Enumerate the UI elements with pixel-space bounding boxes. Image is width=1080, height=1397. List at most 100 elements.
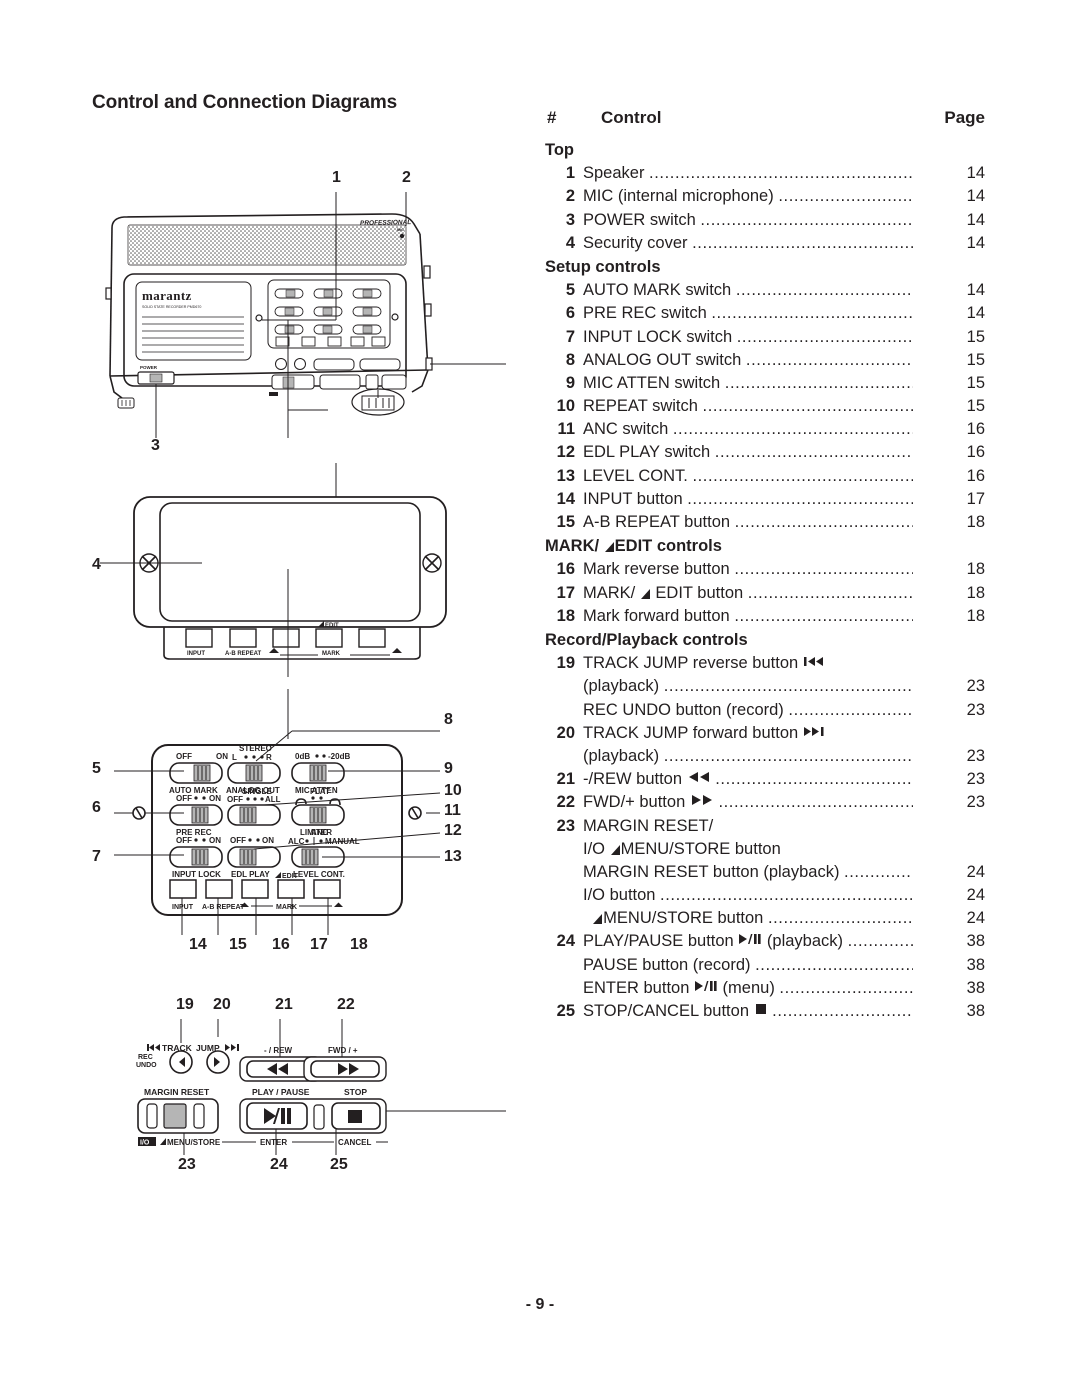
callout-21: 21	[275, 996, 293, 1013]
page-reference: 16	[966, 466, 985, 485]
callout-22: 22	[337, 996, 355, 1013]
control-label: LEVEL CONT. ............................…	[583, 465, 913, 488]
page-number: - 9 -	[525, 1296, 555, 1313]
control-label: MARK/ EDIT button ......................…	[583, 582, 913, 605]
edl-play-on-label: ON	[262, 836, 274, 845]
control-label: Security cover .........................…	[583, 232, 913, 255]
group-heading: MARK/ EDIT controls	[545, 537, 722, 556]
page-reference: 15	[966, 350, 985, 369]
page-reference: 38	[966, 1002, 985, 1020]
control-number: 10	[556, 397, 575, 416]
analog-out-l-label: L	[232, 753, 237, 762]
page-reference: 23	[966, 677, 985, 696]
callout-18: 18	[350, 936, 368, 953]
control-label: A-B REPEAT button ......................…	[583, 511, 913, 534]
leader-dots: ........................................…	[663, 746, 913, 765]
control-label: PLAY/PAUSE button (playback) ...........…	[583, 930, 913, 953]
control-row: 24 PLAY/PAUSE button (playback) .........…	[545, 930, 985, 953]
control-row: I/O MENU/STORE button	[545, 838, 985, 861]
top-view-svg: PROFESSIONAL MIC marantz SOLID STATE REC…	[105, 192, 506, 438]
auto-mark-on-label: ON	[216, 752, 228, 761]
leader-dots: ........................................…	[847, 932, 913, 951]
control-row: (playback) .............................…	[545, 675, 985, 698]
control-label: PRE REC switch .........................…	[583, 302, 913, 325]
leader-dots: ........................................…	[663, 677, 913, 696]
page-reference: 14	[966, 281, 985, 300]
security-cover-diagram: INPUT A-B REPEAT MARK EDIT 4	[92, 463, 512, 677]
control-number: 20	[556, 723, 575, 742]
pre-rec-off-label: OFF	[176, 794, 192, 803]
control-index-list: Top 1 Speaker ............................…	[545, 139, 985, 1023]
page-reference: 24	[966, 862, 985, 881]
leader-dots: ........................................…	[702, 397, 913, 416]
control-label: ANALOG OUT switch ......................…	[583, 349, 913, 372]
control-number: 22	[556, 793, 575, 812]
page-reference: 16	[966, 443, 985, 462]
input-lock-off-label: OFF	[176, 836, 192, 845]
play-pause-icon	[694, 980, 717, 992]
play-pause-icon	[739, 933, 761, 945]
control-label: MIC (internal microphone) ..............…	[583, 185, 913, 208]
control-row: 19 TRACK JUMP reverse button	[545, 652, 985, 675]
limiter-label: LIMITER	[300, 828, 332, 837]
page-reference: 17	[966, 489, 985, 508]
control-row: 17 MARK/ EDIT button ....................…	[545, 582, 985, 605]
control-number: 3	[565, 210, 575, 229]
control-number: 21	[556, 770, 575, 789]
auto-mark-off-label: OFF	[176, 752, 192, 761]
callout-20: 20	[213, 996, 231, 1013]
control-label: PAUSE button (record) ..................…	[583, 954, 913, 977]
control-row: 1 Speaker ...............................…	[545, 162, 985, 185]
leader-dots: ........................................…	[649, 164, 913, 183]
brand-sub: SOLID STATE RECORDER PMD670	[142, 305, 201, 309]
play-pause-label: PLAY / PAUSE	[252, 1087, 310, 1097]
callout-10: 10	[444, 782, 462, 799]
control-number: 16	[556, 560, 575, 579]
group-heading: Record/Playback controls	[545, 630, 748, 649]
control-row: (playback) .............................…	[545, 745, 985, 768]
leader-dots: ........................................…	[844, 862, 913, 881]
control-row: 4 Security cover ........................…	[545, 232, 985, 255]
control-row: 25 STOP/CANCEL button ...................…	[545, 1000, 985, 1023]
brand-logo: marantz	[142, 288, 192, 303]
page-reference: 14	[966, 164, 985, 183]
header-hash: #	[547, 108, 557, 127]
page-reference: 18	[966, 583, 985, 602]
control-label: (playback) .............................…	[583, 675, 913, 698]
control-row: MARGIN RESET button (playback) .........…	[545, 861, 985, 884]
control-number: 24	[556, 932, 575, 951]
triangle-edit-icon	[610, 844, 620, 855]
callout-1: 1	[332, 169, 341, 186]
cancel-label: CANCEL	[338, 1138, 371, 1147]
control-row: MENU/STORE button ......................…	[545, 907, 985, 930]
callout-9: 9	[444, 760, 453, 777]
page-reference: 14	[966, 304, 985, 323]
group-heading: Top	[545, 141, 575, 159]
cover-edit-label: EDIT	[325, 623, 339, 629]
callout-2: 2	[402, 169, 411, 186]
leader-dots: ........................................…	[767, 909, 913, 928]
callout-14: 14	[189, 936, 207, 953]
forward-icon	[691, 794, 713, 806]
edit-button-label: EDIT	[282, 873, 299, 880]
menu-store-label: MENU/STORE	[167, 1138, 221, 1147]
mic-atten-20db-label: -20dB	[328, 752, 350, 761]
fwd-label: FWD / +	[328, 1046, 358, 1055]
manual-page: Control and Connection Diagrams 1 2 PROF…	[0, 0, 1080, 1397]
control-label: TRACK JUMP forward button	[583, 722, 913, 745]
margin-reset-label: MARGIN RESET	[144, 1087, 210, 1097]
input-button-label: INPUT	[172, 904, 194, 911]
mic-label: MIC	[397, 228, 404, 232]
leader-dots: ........................................…	[772, 1002, 913, 1020]
track-jump-reverse-icon	[803, 656, 824, 667]
control-label: Mark reverse button ....................…	[583, 558, 913, 581]
triangle-edit-icon	[593, 914, 603, 925]
page-reference: 14	[966, 187, 985, 206]
header-page: Page	[944, 108, 985, 127]
triangle-edit-icon	[640, 588, 650, 599]
control-label: MIC ATTEN switch .......................…	[583, 372, 913, 395]
leader-dots: ........................................…	[718, 793, 913, 812]
callout-8: 8	[444, 711, 453, 728]
page-reference: 38	[966, 955, 985, 974]
page-reference: 18	[966, 560, 985, 579]
